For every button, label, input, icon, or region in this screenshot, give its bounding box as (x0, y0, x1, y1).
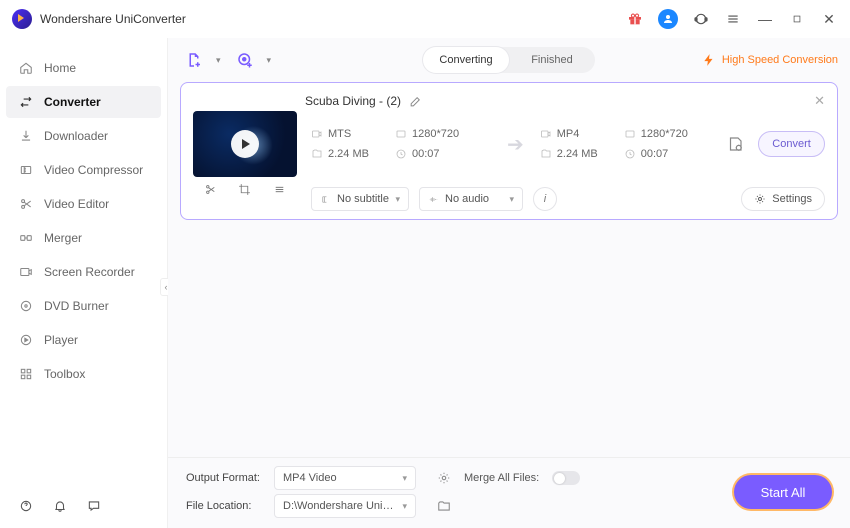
output-format-label: Output Format: (186, 472, 266, 484)
merge-icon (18, 230, 34, 246)
sidebar-item-converter[interactable]: Converter (6, 86, 161, 118)
sidebar-item-label: Screen Recorder (44, 265, 135, 279)
video-thumbnail (193, 111, 297, 177)
chevron-down-icon: ▾ (509, 194, 514, 205)
bell-icon[interactable] (52, 498, 68, 514)
tab-group: Converting Finished (423, 47, 595, 73)
hsc-label: High Speed Conversion (722, 54, 838, 66)
clock-icon (395, 148, 407, 160)
sidebar-item-toolbox[interactable]: Toolbox (0, 358, 167, 390)
info-icon[interactable]: i (533, 187, 557, 211)
gift-icon[interactable] (626, 10, 644, 28)
sidebar-item-label: DVD Burner (44, 299, 109, 313)
chevron-down-icon[interactable]: ▾ (267, 55, 272, 66)
sidebar-item-label: Video Compressor (44, 163, 143, 177)
sidebar-item-label: Video Editor (44, 197, 109, 211)
converter-icon (18, 94, 34, 110)
audio-select[interactable]: No audio ▾ (419, 187, 523, 211)
menu-icon[interactable] (724, 10, 742, 28)
subtitle-icon (320, 194, 331, 205)
resolution-icon (624, 128, 636, 140)
home-icon (18, 60, 34, 76)
feedback-icon[interactable] (86, 498, 102, 514)
file-settings-button[interactable]: Settings (741, 187, 825, 211)
sidebar-item-label: Downloader (44, 129, 108, 143)
open-folder-icon[interactable] (437, 499, 451, 513)
file-icon (311, 148, 323, 160)
chevron-down-icon: ▾ (395, 194, 400, 205)
video-icon (540, 128, 552, 140)
sidebar-item-label: Toolbox (44, 367, 85, 381)
merge-label: Merge All Files: (464, 472, 544, 484)
user-avatar[interactable] (658, 9, 678, 29)
clock-icon (624, 148, 636, 160)
tab-converting[interactable]: Converting (423, 47, 509, 73)
crop-icon[interactable] (238, 183, 251, 196)
sidebar-item-merger[interactable]: Merger (0, 222, 167, 254)
file-location-label: File Location: (186, 500, 266, 512)
minimize-button[interactable]: — (756, 10, 774, 28)
trim-icon[interactable] (204, 183, 217, 196)
start-all-button[interactable]: Start All (734, 475, 832, 509)
chevron-down-icon: ▾ (402, 501, 407, 512)
play-icon (18, 332, 34, 348)
file-name: Scuba Diving - (2) (305, 94, 401, 108)
convert-button[interactable]: Convert (758, 131, 825, 157)
sidebar-item-player[interactable]: Player (0, 324, 167, 356)
titlebar: Wondershare UniConverter — ✕ (0, 0, 850, 38)
help-icon[interactable] (18, 498, 34, 514)
format-settings-icon[interactable] (437, 471, 451, 485)
audio-icon (428, 194, 439, 205)
footer: Output Format: MP4 Video▾ Merge All File… (168, 457, 850, 528)
file-card: Scuba Diving - (2) ✕ (180, 82, 838, 220)
subtitle-select[interactable]: No subtitle ▾ (311, 187, 409, 211)
maximize-button[interactable] (788, 10, 806, 28)
high-speed-conversion-button[interactable]: High Speed Conversion (702, 53, 838, 67)
sidebar-item-downloader[interactable]: Downloader (0, 120, 167, 152)
file-location-select[interactable]: D:\Wondershare UniConverter▾ (274, 494, 416, 518)
sidebar-item-label: Home (44, 61, 76, 75)
more-icon[interactable] (273, 183, 286, 196)
close-button[interactable]: ✕ (820, 10, 838, 28)
sidebar-item-editor[interactable]: Video Editor (0, 188, 167, 220)
scissors-icon (18, 196, 34, 212)
bolt-icon (702, 53, 716, 67)
toolbar: ▾ ▾ Converting Finished High Speed Conve… (168, 38, 850, 82)
sidebar-item-compressor[interactable]: Video Compressor (0, 154, 167, 186)
support-icon[interactable] (692, 10, 710, 28)
sidebar: Home Converter Downloader Video Compress… (0, 38, 168, 528)
play-button[interactable] (231, 130, 259, 158)
merge-toggle[interactable] (552, 471, 580, 485)
sidebar-item-label: Converter (44, 95, 101, 109)
add-disc-button[interactable] (231, 46, 259, 74)
edit-name-icon[interactable] (409, 95, 422, 108)
arrow-right-icon: ➔ (501, 132, 530, 157)
sidebar-item-screen-recorder[interactable]: Screen Recorder (0, 256, 167, 288)
sidebar-item-dvd-burner[interactable]: DVD Burner (0, 290, 167, 322)
sidebar-item-home[interactable]: Home (0, 52, 167, 84)
app-logo (12, 9, 32, 29)
grid-icon (18, 366, 34, 382)
sidebar-item-label: Player (44, 333, 78, 347)
remove-file-button[interactable]: ✕ (814, 93, 825, 109)
chevron-down-icon: ▾ (402, 473, 407, 484)
download-icon (18, 128, 34, 144)
sidebar-item-label: Merger (44, 231, 82, 245)
add-file-button[interactable] (180, 46, 208, 74)
gear-icon (754, 193, 766, 205)
resolution-icon (395, 128, 407, 140)
source-specs: MTS 1280*720 2.24 MB 00:07 (311, 124, 491, 164)
record-icon (18, 264, 34, 280)
disc-icon (18, 298, 34, 314)
file-icon (540, 148, 552, 160)
target-specs: MP4 1280*720 2.24 MB 00:07 (540, 124, 720, 164)
output-format-select[interactable]: MP4 Video▾ (274, 466, 416, 490)
video-icon (311, 128, 323, 140)
output-settings-icon[interactable] (726, 133, 744, 155)
tab-finished[interactable]: Finished (509, 47, 595, 73)
chevron-down-icon[interactable]: ▾ (216, 55, 221, 66)
compress-icon (18, 162, 34, 178)
app-title: Wondershare UniConverter (40, 12, 186, 26)
